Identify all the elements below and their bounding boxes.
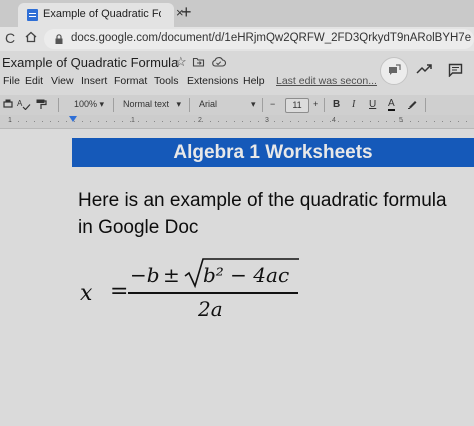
toolbar-divider [58,98,59,112]
heading-banner: Algebra 1 Worksheets [72,138,474,167]
fraction-bar [128,292,298,294]
italic-button[interactable]: I [352,99,355,110]
paragraph-line: Here is an example of the quadratic form… [78,190,447,211]
url-text: docs.google.com/document/d/1eHRjmQw2QRFW… [71,32,471,44]
reload-icon[interactable]: C [5,30,15,46]
zoom-select[interactable]: 100% ▾ [74,99,104,110]
lock-icon [55,34,63,44]
decrease-font-size-button[interactable]: − [270,99,275,109]
zoom-value: 100% [74,99,98,109]
new-tab-button[interactable]: + [181,2,192,23]
underline-button[interactable]: U [369,99,376,110]
ruler-number: 1 [131,117,135,124]
text-color-button[interactable]: A [388,99,395,111]
toolbar-divider [113,98,114,112]
paragraph-line: in Google Doc [78,217,199,238]
browser-tab-strip: Example of Quadratic Formula × + [0,0,474,27]
ruler-number: 2 [198,117,202,124]
docs-favicon-icon [27,9,38,21]
highlight-icon[interactable] [406,98,418,110]
move-icon[interactable] [192,55,205,68]
formula-radicand: b² − 4ac [203,263,290,287]
docs-header: Example of Quadratic Formula ☆ File Edit… [0,51,474,95]
ruler-number: 5 [399,117,403,124]
ruler[interactable]: 1 1 2 3 4 5 [0,115,474,129]
menu-tools[interactable]: Tools [154,75,179,87]
style-value: Normal text [123,99,170,109]
toolbar-divider [262,98,263,112]
url-input[interactable]: docs.google.com/document/d/1eHRjmQw2QRFW… [44,29,474,49]
heading-title: Algebra 1 Worksheets [173,142,373,163]
svg-text:A: A [17,99,23,108]
formula-lhs: x [80,281,93,306]
indent-marker[interactable] [69,116,77,122]
toolbar-divider [425,98,426,112]
document-title[interactable]: Example of Quadratic Formula [2,55,178,70]
address-bar-row: C docs.google.com/document/d/1eHRjmQw2QR… [0,27,474,51]
ruler-ticks [10,121,474,122]
menu-help[interactable]: Help [243,75,265,87]
toolbar-divider [189,98,190,112]
menu-view[interactable]: View [51,75,74,87]
comment-history-icon [389,64,401,75]
font-select[interactable]: Arial [199,99,217,109]
formula-neg-b: −b [130,263,160,287]
font-value: Arial [199,99,218,109]
bold-button[interactable]: B [333,99,340,110]
cloud-icon [212,57,226,67]
menu-edit[interactable]: Edit [25,75,43,87]
tab-title: Example of Quadratic Formula [43,8,161,20]
menu-file[interactable]: File [3,75,20,87]
toolbar-divider [324,98,325,112]
star-icon[interactable]: ☆ [175,54,187,70]
menu-extensions[interactable]: Extensions [187,75,238,87]
formatting-toolbar: A 100% ▾ Normal text ▾ Arial ▾ − 11 + B … [0,95,474,115]
last-edit-link[interactable]: Last edit was secon... [276,75,377,87]
comments-icon[interactable] [448,63,463,77]
menu-format[interactable]: Format [114,75,147,87]
paint-format-icon[interactable] [35,98,47,110]
formula-denominator: 2a [198,297,223,321]
font-size-input[interactable]: 11 [285,98,309,113]
style-select[interactable]: Normal text ▾ [123,99,181,110]
document-page[interactable]: Algebra 1 Worksheets Here is an example … [0,129,474,426]
formula-equals: = [110,279,129,304]
ruler-number: 1 [8,117,12,124]
trend-icon[interactable] [416,63,432,75]
increase-font-size-button[interactable]: + [313,99,318,109]
spellcheck-icon[interactable]: A [17,98,31,110]
ruler-number: 4 [332,117,336,124]
comment-history-button[interactable] [380,57,408,85]
home-icon[interactable] [25,31,37,43]
formula-plus-minus: ± [163,263,180,287]
browser-tab[interactable]: Example of Quadratic Formula × [18,3,184,27]
menu-insert[interactable]: Insert [81,75,107,87]
font-dropdown-icon[interactable]: ▾ [251,99,256,110]
quadratic-formula: x = −b ± b² − 4ac 2a [80,258,310,329]
print-icon[interactable] [2,98,14,110]
ruler-number: 3 [265,117,269,124]
